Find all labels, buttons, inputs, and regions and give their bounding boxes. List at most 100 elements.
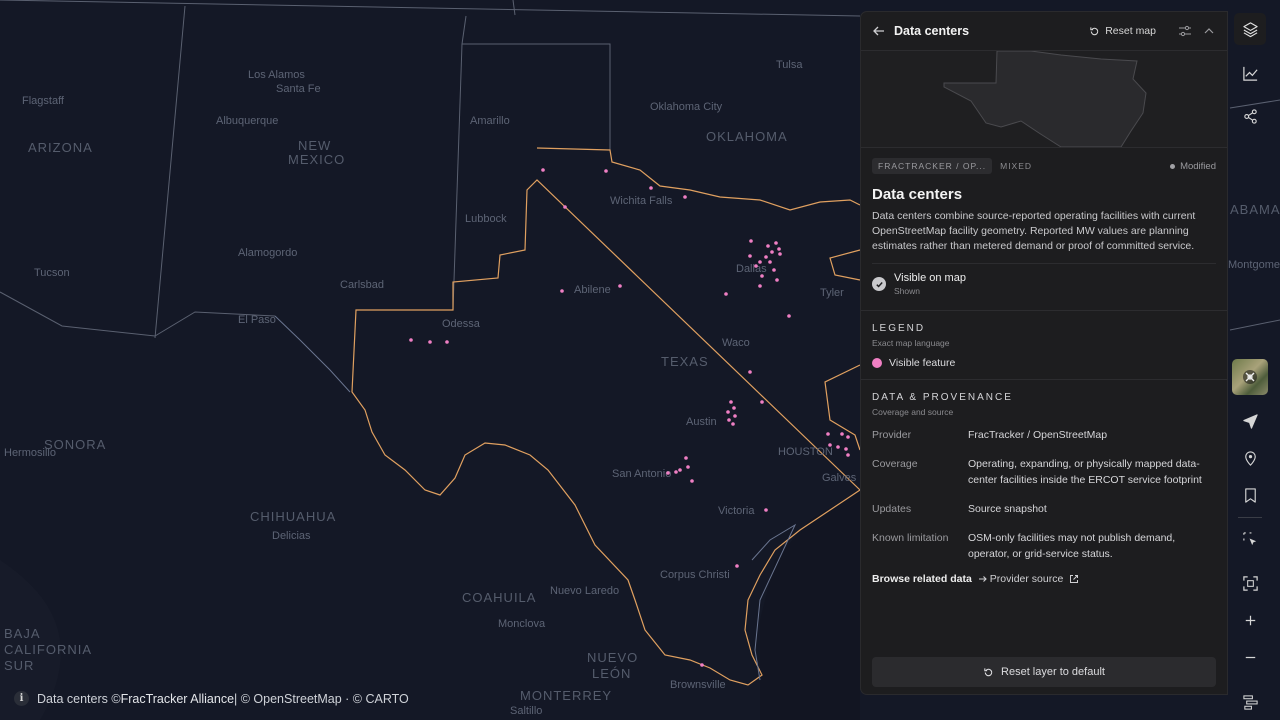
data-center-point[interactable]: [826, 432, 830, 436]
label-brownsville: Brownsville: [670, 679, 726, 691]
fit-extent-button[interactable]: [1234, 567, 1266, 599]
info-icon[interactable]: i: [14, 691, 29, 706]
layer-summary: FRACTRACKER / OP... MIXED Modified Data …: [861, 148, 1227, 310]
zoom-in-button[interactable]: [1234, 604, 1266, 636]
data-center-point[interactable]: [775, 278, 779, 282]
data-center-point[interactable]: [409, 338, 413, 342]
share-button[interactable]: [1234, 100, 1266, 132]
chevron-up-icon[interactable]: [1202, 24, 1216, 38]
data-center-point[interactable]: [727, 418, 731, 422]
attribution-suffix: | © OpenStreetMap · © CARTO: [234, 691, 409, 706]
data-center-point[interactable]: [772, 268, 776, 272]
bookmark-button[interactable]: [1234, 479, 1266, 511]
layer-preview-map: [861, 51, 1227, 148]
data-center-point[interactable]: [836, 445, 840, 449]
legend-swatch: [872, 358, 882, 368]
data-center-point[interactable]: [700, 663, 704, 667]
data-center-point[interactable]: [840, 432, 844, 436]
provenance-row: Coverage Operating, expanding, or physica…: [872, 456, 1216, 488]
data-center-point[interactable]: [604, 169, 608, 173]
label-flagstaff: Flagstaff: [22, 95, 65, 107]
data-center-point[interactable]: [828, 443, 832, 447]
zoom-out-button[interactable]: [1234, 641, 1266, 673]
data-center-point[interactable]: [666, 471, 670, 475]
data-center-point[interactable]: [768, 260, 772, 264]
data-center-point[interactable]: [778, 252, 782, 256]
data-center-point[interactable]: [764, 255, 768, 259]
chart-button[interactable]: [1234, 57, 1266, 89]
data-center-point[interactable]: [733, 414, 737, 418]
label-california: CALIFORNIA: [4, 642, 92, 657]
data-center-point[interactable]: [428, 340, 432, 344]
plus-icon: [1245, 615, 1255, 625]
back-arrow-icon[interactable]: [872, 24, 886, 38]
data-center-point[interactable]: [674, 470, 678, 474]
sliders-icon[interactable]: [1178, 24, 1192, 38]
label-houston: HOUSTON: [778, 446, 833, 458]
legend-item: Visible feature: [872, 357, 1216, 379]
timeline-button[interactable]: [1234, 686, 1266, 718]
label-arizona: ARIZONA: [28, 140, 93, 155]
reset-map-button[interactable]: Reset map: [1089, 25, 1156, 37]
data-center-point[interactable]: [563, 205, 567, 209]
label-tulsa: Tulsa: [776, 59, 803, 71]
data-center-point[interactable]: [748, 254, 752, 258]
line-chart-icon: [1242, 66, 1258, 81]
external-link-icon[interactable]: [1069, 574, 1079, 584]
data-center-point[interactable]: [770, 250, 774, 254]
attribution-provider-link[interactable]: FracTracker Alliance: [121, 692, 234, 706]
data-center-point[interactable]: [684, 456, 688, 460]
locate-button[interactable]: [1234, 405, 1266, 437]
data-center-point[interactable]: [764, 508, 768, 512]
data-center-point[interactable]: [560, 289, 564, 293]
data-center-point[interactable]: [758, 260, 762, 264]
status-badge: Modified: [1170, 161, 1216, 172]
provider-source-link[interactable]: Provider source: [990, 573, 1064, 585]
data-center-point[interactable]: [760, 274, 764, 278]
provenance-section: DATA & PROVENANCE Coverage and source Pr…: [861, 379, 1227, 585]
data-center-point[interactable]: [541, 168, 545, 172]
data-center-point[interactable]: [748, 370, 752, 374]
satellite-basemap-button[interactable]: [1232, 359, 1268, 395]
data-center-point[interactable]: [690, 479, 694, 483]
map-pin-icon: [1244, 450, 1256, 466]
data-center-point[interactable]: [766, 244, 770, 248]
data-center-point[interactable]: [846, 435, 850, 439]
visibility-toggle[interactable]: Visible on map Shown: [872, 263, 1216, 310]
data-center-point[interactable]: [760, 400, 764, 404]
data-center-point[interactable]: [686, 465, 690, 469]
place-pin-button[interactable]: [1234, 442, 1266, 474]
data-center-point[interactable]: [678, 468, 682, 472]
label-monclova: Monclova: [498, 618, 546, 630]
data-center-point[interactable]: [754, 264, 758, 268]
data-center-point[interactable]: [777, 247, 781, 251]
data-center-point[interactable]: [774, 241, 778, 245]
label-chihuahua: CHIHUAHUA: [250, 509, 336, 524]
data-center-point[interactable]: [726, 410, 730, 414]
data-center-point[interactable]: [729, 400, 733, 404]
map-attribution: i Data centers © FracTracker Alliance | …: [14, 691, 409, 706]
select-cursor-icon: [1242, 531, 1256, 545]
data-center-point[interactable]: [649, 186, 653, 190]
data-center-point[interactable]: [618, 284, 622, 288]
label-san-antonio: San Antonio: [612, 468, 671, 480]
select-button[interactable]: [1234, 523, 1266, 555]
data-center-point[interactable]: [683, 195, 687, 199]
data-center-point[interactable]: [735, 564, 739, 568]
status-dot-icon: [1170, 163, 1176, 169]
browse-related-label[interactable]: Browse related data: [872, 573, 972, 585]
provenance-heading: DATA & PROVENANCE: [872, 392, 1013, 403]
data-center-point[interactable]: [445, 340, 449, 344]
data-center-point[interactable]: [732, 406, 736, 410]
data-center-point[interactable]: [787, 314, 791, 318]
data-center-point[interactable]: [724, 292, 728, 296]
data-center-point[interactable]: [844, 447, 848, 451]
data-center-point[interactable]: [846, 453, 850, 457]
label-nuevo: NUEVO: [587, 650, 638, 665]
browse-related: Browse related data Provider source: [872, 573, 1216, 585]
data-center-point[interactable]: [758, 284, 762, 288]
data-center-point[interactable]: [731, 422, 735, 426]
layers-button[interactable]: [1234, 13, 1266, 45]
data-center-point[interactable]: [749, 239, 753, 243]
reset-layer-button[interactable]: Reset layer to default: [872, 657, 1216, 687]
